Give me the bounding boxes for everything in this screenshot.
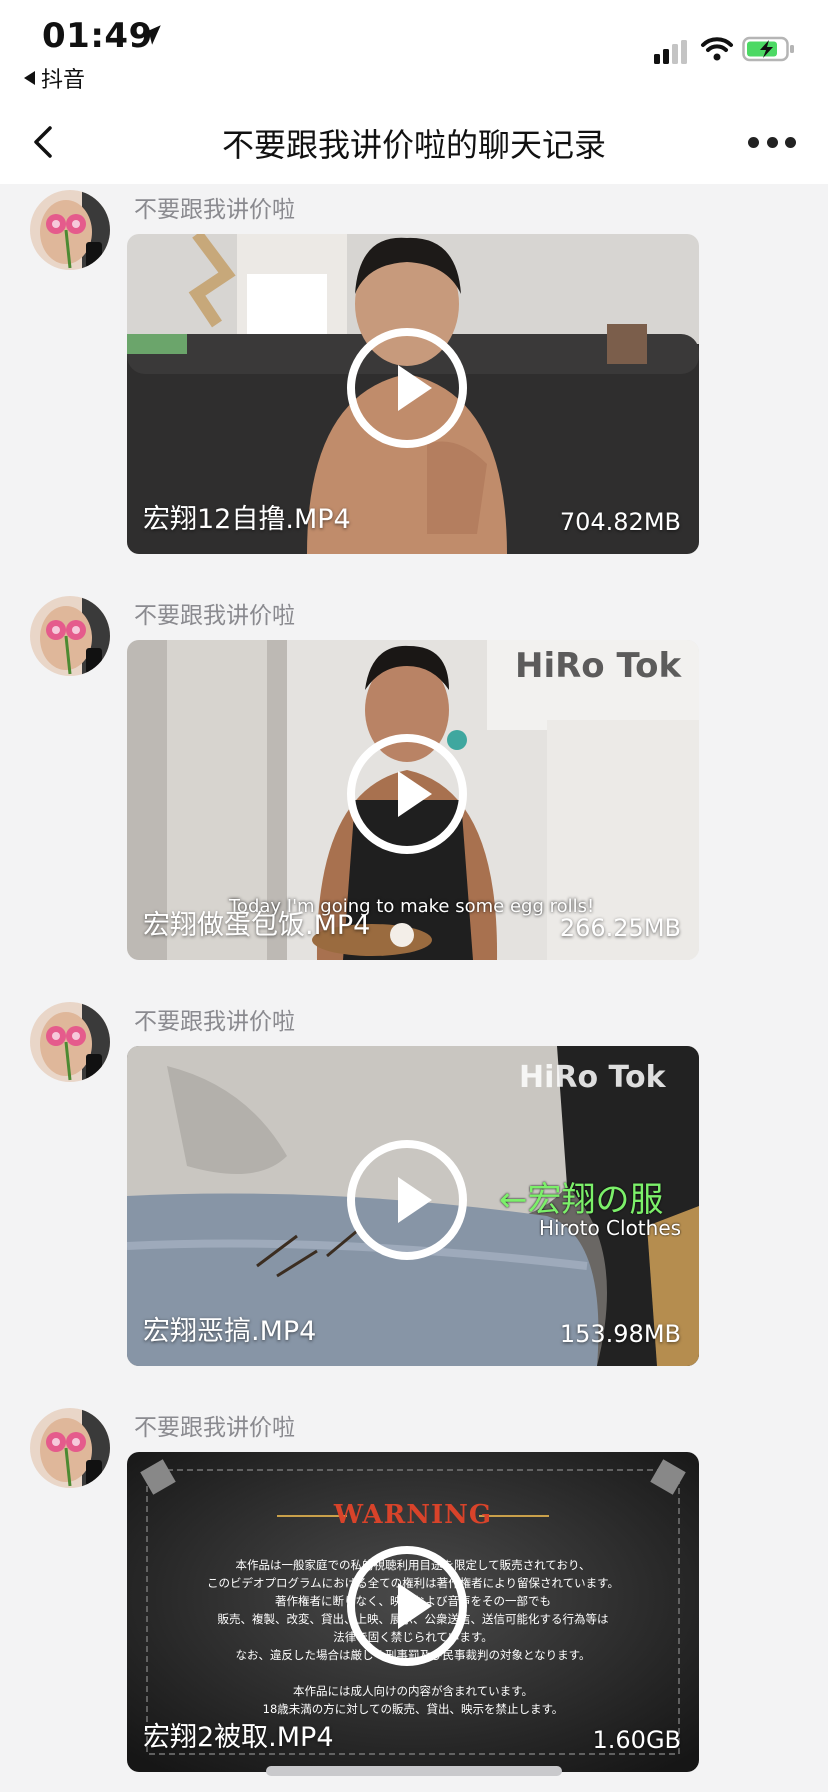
video-file-size: 153.98MB — [559, 1320, 681, 1348]
video-watermark: HiRo Tok — [515, 646, 682, 686]
video-watermark: HiRo Tok — [519, 1060, 666, 1095]
video-file-name: 宏翔2被取.MP4 — [143, 1722, 334, 1753]
location-arrow-icon — [141, 25, 161, 45]
sender-name: 不要跟我讲价啦 — [134, 197, 295, 223]
warning-title: WARNING — [333, 1500, 493, 1530]
video-message-card[interactable]: WARNING 本作品は一般家庭での私的視聴利用目途を限定して販売されており、 … — [127, 1452, 699, 1772]
video-file-size: 1.60GB — [592, 1726, 682, 1754]
chat-message: 不要跟我讲价啦 WARNING 本作品は一般家庭での私的視聴利用目途を限定して販… — [0, 1402, 828, 1792]
home-indicator[interactable] — [266, 1766, 562, 1776]
avatar[interactable] — [30, 596, 110, 676]
sender-name: 不要跟我讲价啦 — [134, 603, 295, 629]
back-to-app-button[interactable]: 抖音 — [24, 62, 85, 94]
chat-message: 不要跟我讲价啦 HiRo Tok Today I'm going to make… — [0, 590, 828, 990]
play-button[interactable] — [347, 328, 467, 448]
video-message-card[interactable]: HiRo Tok Today I'm going to make some eg… — [127, 640, 699, 960]
back-app-label: 抖音 — [41, 68, 86, 93]
chat-message: 不要跟我讲价啦 HiRo Tok ←宏翔の服 Hiroto Clothes 宏翔… — [0, 996, 828, 1396]
back-triangle-icon — [24, 71, 35, 85]
sender-name: 不要跟我讲价啦 — [134, 1415, 295, 1441]
video-file-name: 宏翔12自撸.MP4 — [143, 504, 351, 535]
warning-line — [127, 1664, 699, 1682]
cellular-signal-icon — [654, 40, 687, 64]
sender-name: 不要跟我讲价啦 — [134, 1009, 295, 1035]
video-file-name: 宏翔做蛋包饭.MP4 — [143, 910, 371, 941]
page-title: 不要跟我讲价啦的聊天记录 — [221, 126, 606, 164]
chat-message: 不要跟我讲价啦 宏翔12自撸.MP4 704.82MB — [0, 184, 828, 584]
more-dots-icon[interactable] — [748, 130, 796, 154]
video-caption: ←宏翔の服 — [499, 1180, 664, 1220]
video-message-card[interactable]: HiRo Tok ←宏翔の服 Hiroto Clothes 宏翔恶搞.MP4 1… — [127, 1046, 699, 1366]
play-button[interactable] — [347, 1140, 467, 1260]
status-bar: 01:49 抖音 — [0, 0, 828, 100]
video-file-size: 704.82MB — [559, 508, 681, 536]
video-caption-sub: Hiroto Clothes — [539, 1216, 682, 1240]
play-button[interactable] — [347, 734, 467, 854]
avatar[interactable] — [30, 1002, 110, 1082]
warning-line: 本作品には成人向けの内容が含まれています。 — [292, 1684, 533, 1698]
nav-bar: 不要跟我讲价啦的聊天记录 — [0, 100, 828, 184]
video-message-card[interactable]: 宏翔12自撸.MP4 704.82MB — [127, 234, 699, 554]
video-file-name: 宏翔恶搞.MP4 — [143, 1316, 317, 1347]
battery-charging-icon — [742, 36, 794, 62]
status-time: 01:49 — [42, 16, 153, 56]
play-button[interactable] — [347, 1546, 467, 1666]
avatar[interactable] — [30, 1408, 110, 1488]
video-file-size: 266.25MB — [559, 914, 681, 942]
wifi-icon — [701, 37, 733, 61]
avatar[interactable] — [30, 190, 110, 270]
